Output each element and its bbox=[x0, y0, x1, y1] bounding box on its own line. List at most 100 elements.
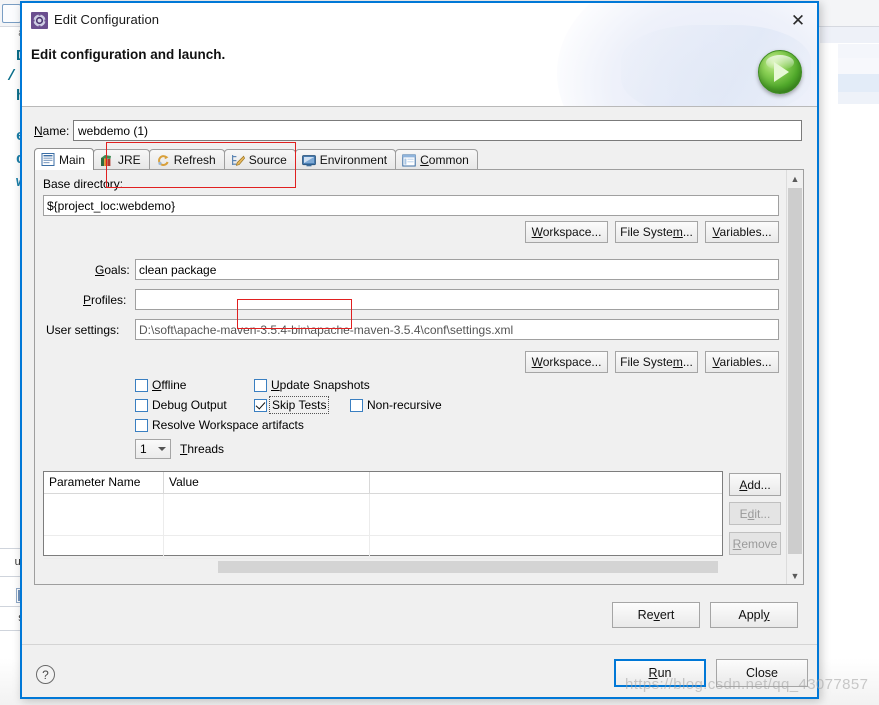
column-header-value[interactable]: Value bbox=[164, 472, 370, 493]
skip-tests-checkbox[interactable]: Skip Tests bbox=[254, 396, 330, 414]
settings-file-system-button[interactable]: File System... bbox=[615, 351, 698, 373]
column-header-parameter-name[interactable]: Parameter Name bbox=[44, 472, 164, 493]
offline-checkbox-label: Offline bbox=[152, 378, 187, 392]
apply-button[interactable]: Apply bbox=[710, 602, 798, 628]
skip-tests-checkbox-label: Skip Tests bbox=[268, 396, 330, 414]
horizontal-scrollbar-thumb[interactable] bbox=[218, 561, 718, 573]
table-cell bbox=[44, 536, 164, 558]
goals-label: Goals: bbox=[95, 263, 130, 277]
table-cell bbox=[44, 513, 164, 535]
table-row[interactable] bbox=[44, 494, 722, 513]
workspace-button[interactable]: Workspace... bbox=[525, 221, 608, 243]
name-input[interactable] bbox=[73, 120, 802, 141]
source-pencil-icon bbox=[231, 154, 245, 166]
table-cell bbox=[370, 513, 722, 535]
variables-button[interactable]: Variables... bbox=[705, 221, 779, 243]
name-label: Name: bbox=[34, 124, 70, 138]
table-row[interactable] bbox=[44, 513, 722, 536]
revert-button[interactable]: Revert bbox=[612, 602, 700, 628]
dialog-subtitle: Edit configuration and launch. bbox=[31, 47, 226, 62]
background-panel-strip-1 bbox=[820, 27, 879, 43]
environment-monitor-icon bbox=[301, 154, 316, 166]
table-cell bbox=[370, 494, 722, 513]
background-band-4 bbox=[838, 92, 879, 104]
tab-environment-label: Environment bbox=[319, 153, 388, 167]
table-cell bbox=[44, 494, 164, 513]
debug-output-checkbox-box[interactable] bbox=[135, 398, 148, 412]
non-recursive-checkbox-label: Non-recursive bbox=[367, 398, 442, 412]
scroll-up-icon[interactable]: ▲ bbox=[787, 170, 803, 187]
profiles-input[interactable] bbox=[135, 289, 779, 310]
dialog-body: Name: Main bbox=[22, 107, 817, 697]
remove-parameter-button: Remove bbox=[729, 532, 781, 555]
offline-checkbox-box[interactable] bbox=[135, 378, 148, 392]
add-parameter-button[interactable]: Add... bbox=[729, 473, 781, 496]
offline-checkbox[interactable]: Offline bbox=[135, 378, 186, 392]
horizontal-scrollbar[interactable] bbox=[43, 560, 781, 574]
run-play-icon bbox=[758, 50, 802, 94]
main-tab-content: Base directory: Workspace... File System… bbox=[34, 169, 804, 585]
tab-main[interactable]: Main bbox=[34, 148, 95, 170]
goals-input[interactable] bbox=[135, 259, 779, 280]
gear-icon bbox=[31, 12, 48, 29]
tab-common[interactable]: Common bbox=[395, 149, 478, 170]
vertical-scrollbar-thumb[interactable] bbox=[788, 188, 802, 554]
tab-jre-label: JRE bbox=[118, 153, 141, 167]
resolve-workspace-artifacts-checkbox[interactable]: Resolve Workspace artifacts bbox=[135, 418, 304, 432]
run-orb-gloss bbox=[766, 55, 794, 70]
tab-folder: Main JRE Refresh Source Environment Comm… bbox=[34, 148, 804, 585]
chevron-down-icon bbox=[158, 447, 166, 451]
threads-combo-value: 1 bbox=[140, 442, 147, 456]
table-cell bbox=[164, 494, 370, 513]
user-settings-label: User settings: bbox=[46, 323, 120, 337]
tab-environment[interactable]: Environment bbox=[294, 149, 397, 170]
debug-output-checkbox[interactable]: Debug Output bbox=[135, 398, 227, 412]
main-page-icon bbox=[41, 153, 55, 166]
close-icon[interactable]: ✕ bbox=[785, 9, 811, 31]
edit-parameter-button: Edit... bbox=[729, 502, 781, 525]
settings-variables-button[interactable]: Variables... bbox=[705, 351, 779, 373]
tab-refresh[interactable]: Refresh bbox=[148, 149, 225, 170]
table-cell bbox=[164, 513, 370, 535]
tab-main-label: Main bbox=[59, 152, 86, 167]
debug-output-checkbox-label: Debug Output bbox=[152, 398, 227, 412]
help-icon[interactable]: ? bbox=[36, 665, 55, 684]
file-system-button[interactable]: File System... bbox=[615, 221, 698, 243]
background-band-2 bbox=[838, 58, 879, 74]
jre-books-icon bbox=[101, 154, 112, 166]
column-header-extra[interactable] bbox=[370, 472, 722, 493]
tab-strip: Main JRE Refresh Source Environment Comm… bbox=[34, 148, 804, 170]
settings-workspace-button[interactable]: Workspace... bbox=[525, 351, 608, 373]
table-row[interactable] bbox=[44, 536, 722, 559]
tab-source[interactable]: Source bbox=[223, 149, 296, 170]
threads-label: Threads bbox=[180, 442, 225, 456]
footer-separator bbox=[22, 644, 817, 645]
name-row: Name: bbox=[34, 120, 804, 142]
table-cell bbox=[370, 536, 722, 558]
edit-configuration-dialog: Edit Configuration ✕ Edit configuration … bbox=[20, 1, 819, 699]
non-recursive-checkbox[interactable]: Non-recursive bbox=[350, 398, 442, 412]
base-directory-input[interactable] bbox=[43, 195, 779, 216]
vertical-scrollbar[interactable]: ▲ ▼ bbox=[786, 170, 803, 584]
resolve-workspace-artifacts-checkbox-label: Resolve Workspace artifacts bbox=[152, 418, 304, 432]
update-snapshots-checkbox-label: Update Snapshots bbox=[271, 378, 370, 392]
skip-tests-checkbox-box[interactable] bbox=[254, 398, 267, 412]
scroll-down-icon[interactable]: ▼ bbox=[787, 567, 803, 584]
background-band-1 bbox=[838, 44, 879, 58]
resolve-workspace-artifacts-checkbox-box[interactable] bbox=[135, 418, 148, 432]
tab-source-label: Source bbox=[248, 153, 287, 167]
parameter-table[interactable]: Parameter Name Value bbox=[43, 471, 723, 559]
update-snapshots-checkbox-box[interactable] bbox=[254, 378, 267, 392]
update-snapshots-checkbox[interactable]: Update Snapshots bbox=[254, 378, 370, 392]
background-band-3 bbox=[838, 74, 879, 92]
dialog-title: Edit Configuration bbox=[54, 12, 160, 27]
non-recursive-checkbox-box[interactable] bbox=[350, 398, 363, 412]
watermark: https://blog.csdn.net/qq_43077857 bbox=[625, 676, 869, 693]
parameter-table-header: Parameter Name Value bbox=[44, 472, 722, 494]
tab-jre[interactable]: JRE bbox=[93, 149, 150, 170]
dialog-header: Edit Configuration ✕ Edit configuration … bbox=[22, 3, 817, 106]
user-settings-input[interactable] bbox=[135, 319, 779, 340]
table-cell bbox=[164, 536, 370, 558]
threads-combo[interactable]: 1 bbox=[135, 439, 171, 459]
base-directory-label: Base directory: bbox=[43, 177, 124, 191]
